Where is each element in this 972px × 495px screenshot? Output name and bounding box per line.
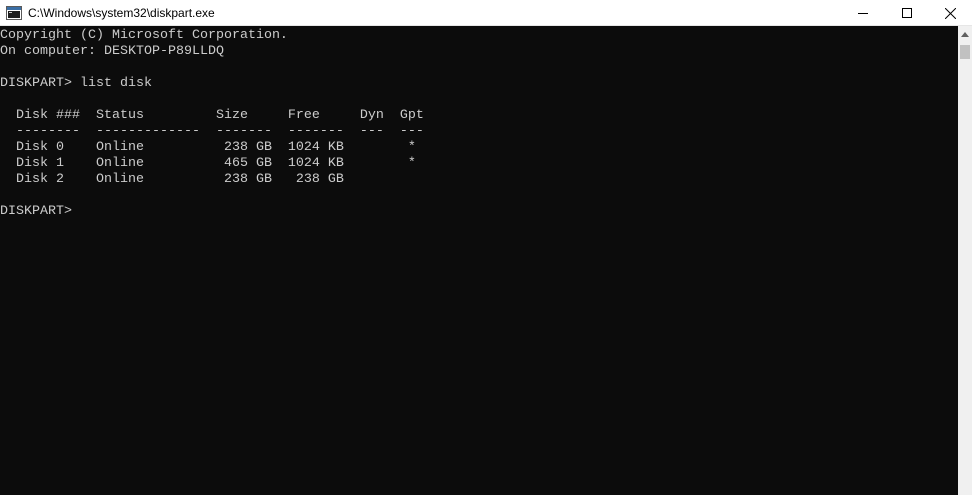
- console-line: Copyright (C) Microsoft Corporation.: [0, 28, 288, 43]
- close-button[interactable]: [928, 0, 972, 26]
- console-app-icon: [6, 6, 22, 20]
- console-window: C:\Windows\system32\diskpart.exe Copyrig…: [0, 0, 972, 495]
- console-line: -------- ------------- ------- ------- -…: [0, 124, 424, 139]
- vertical-scrollbar[interactable]: [958, 26, 972, 495]
- console-line: On computer: DESKTOP-P89LLDQ: [0, 44, 224, 59]
- console-output[interactable]: Copyright (C) Microsoft Corporation. On …: [0, 28, 958, 495]
- console-line: DISKPART> list disk: [0, 76, 152, 91]
- window-title: C:\Windows\system32\diskpart.exe: [28, 6, 215, 20]
- console-line: Disk 0 Online 238 GB 1024 KB *: [0, 140, 416, 155]
- scroll-thumb[interactable]: [960, 45, 970, 59]
- scroll-up-button[interactable]: [958, 26, 972, 43]
- close-icon: [944, 7, 956, 19]
- maximize-button[interactable]: [884, 0, 930, 26]
- title-bar[interactable]: C:\Windows\system32\diskpart.exe: [0, 0, 972, 26]
- maximize-icon: [902, 8, 912, 18]
- minimize-icon: [858, 13, 868, 14]
- scroll-up-arrow-icon: [961, 32, 969, 37]
- console-line: Disk ### Status Size Free Dyn Gpt: [0, 108, 424, 123]
- console-line: Disk 2 Online 238 GB 238 GB: [0, 172, 344, 187]
- console-line: Disk 1 Online 465 GB 1024 KB *: [0, 156, 416, 171]
- minimize-button[interactable]: [840, 0, 886, 26]
- command-prompt[interactable]: DISKPART>: [0, 204, 80, 220]
